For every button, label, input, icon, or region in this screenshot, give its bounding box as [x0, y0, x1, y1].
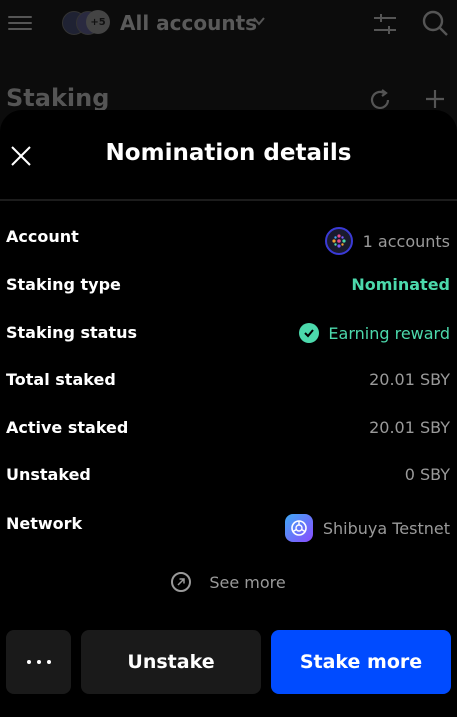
row-label: Staking status [6, 323, 138, 342]
top-bar: +5 All accounts [0, 0, 457, 48]
divider [0, 199, 457, 201]
dot [46, 660, 51, 664]
shibuya-network-icon [284, 514, 313, 542]
account-count-badge: +5 [86, 10, 110, 34]
unstaked-value: 0 SBY [404, 465, 450, 484]
row-label: Network [6, 514, 83, 533]
plus-icon[interactable] [424, 88, 446, 110]
row-label: Active staked [6, 418, 129, 437]
detail-row-account: Account 1 accounts [0, 222, 457, 255]
detail-row-network: Network Shibuya Testnet [0, 509, 457, 542]
nomination-details-sheet: Nomination details Account 1 accounts St… [0, 110, 457, 717]
more-options-button[interactable] [6, 630, 71, 694]
detail-row-active-staked: Active staked 20.01 SBY [0, 413, 457, 443]
arrow-up-right-icon [171, 572, 192, 592]
see-more-label: See more [209, 572, 286, 592]
detail-row-unstaked: Unstaked 0 SBY [0, 460, 457, 490]
page-title: Staking [6, 84, 110, 112]
account-selector[interactable]: All accounts [120, 11, 257, 35]
account-count: 1 accounts [362, 231, 450, 251]
filter-icon[interactable] [372, 12, 398, 36]
search-icon[interactable] [421, 9, 449, 37]
check-circle-icon [299, 323, 320, 343]
unstake-button[interactable]: Unstake [81, 630, 261, 694]
chevron-down-icon[interactable] [252, 14, 266, 28]
detail-row-staking-status: Staking status Earning reward [0, 318, 457, 348]
account-avatars[interactable]: +5 [62, 10, 112, 36]
row-label: Staking type [6, 275, 121, 294]
detail-row-staking-type: Staking type Nominated [0, 270, 457, 300]
detail-row-total-staked: Total staked 20.01 SBY [0, 365, 457, 395]
refresh-icon[interactable] [368, 88, 392, 112]
row-value: Earning reward [299, 323, 450, 343]
stake-more-button[interactable]: Stake more [271, 630, 451, 694]
dot [26, 660, 31, 664]
total-staked-value: 20.01 SBY [369, 370, 450, 389]
menu-icon[interactable] [8, 12, 32, 34]
active-staked-value: 20.01 SBY [369, 418, 450, 437]
staking-status-value: Earning reward [328, 323, 450, 343]
row-label: Unstaked [6, 465, 91, 484]
row-label: Account [6, 227, 79, 246]
account-avatar-icon [324, 227, 353, 255]
sheet-title: Nomination details [105, 140, 352, 166]
see-more-link[interactable]: See more [0, 572, 457, 592]
staking-type-value: Nominated [351, 275, 450, 294]
row-value: 1 accounts [324, 227, 450, 255]
row-label: Total staked [6, 370, 116, 389]
network-name: Shibuya Testnet [322, 518, 450, 538]
dot [36, 660, 41, 664]
row-value: Shibuya Testnet [284, 514, 450, 542]
